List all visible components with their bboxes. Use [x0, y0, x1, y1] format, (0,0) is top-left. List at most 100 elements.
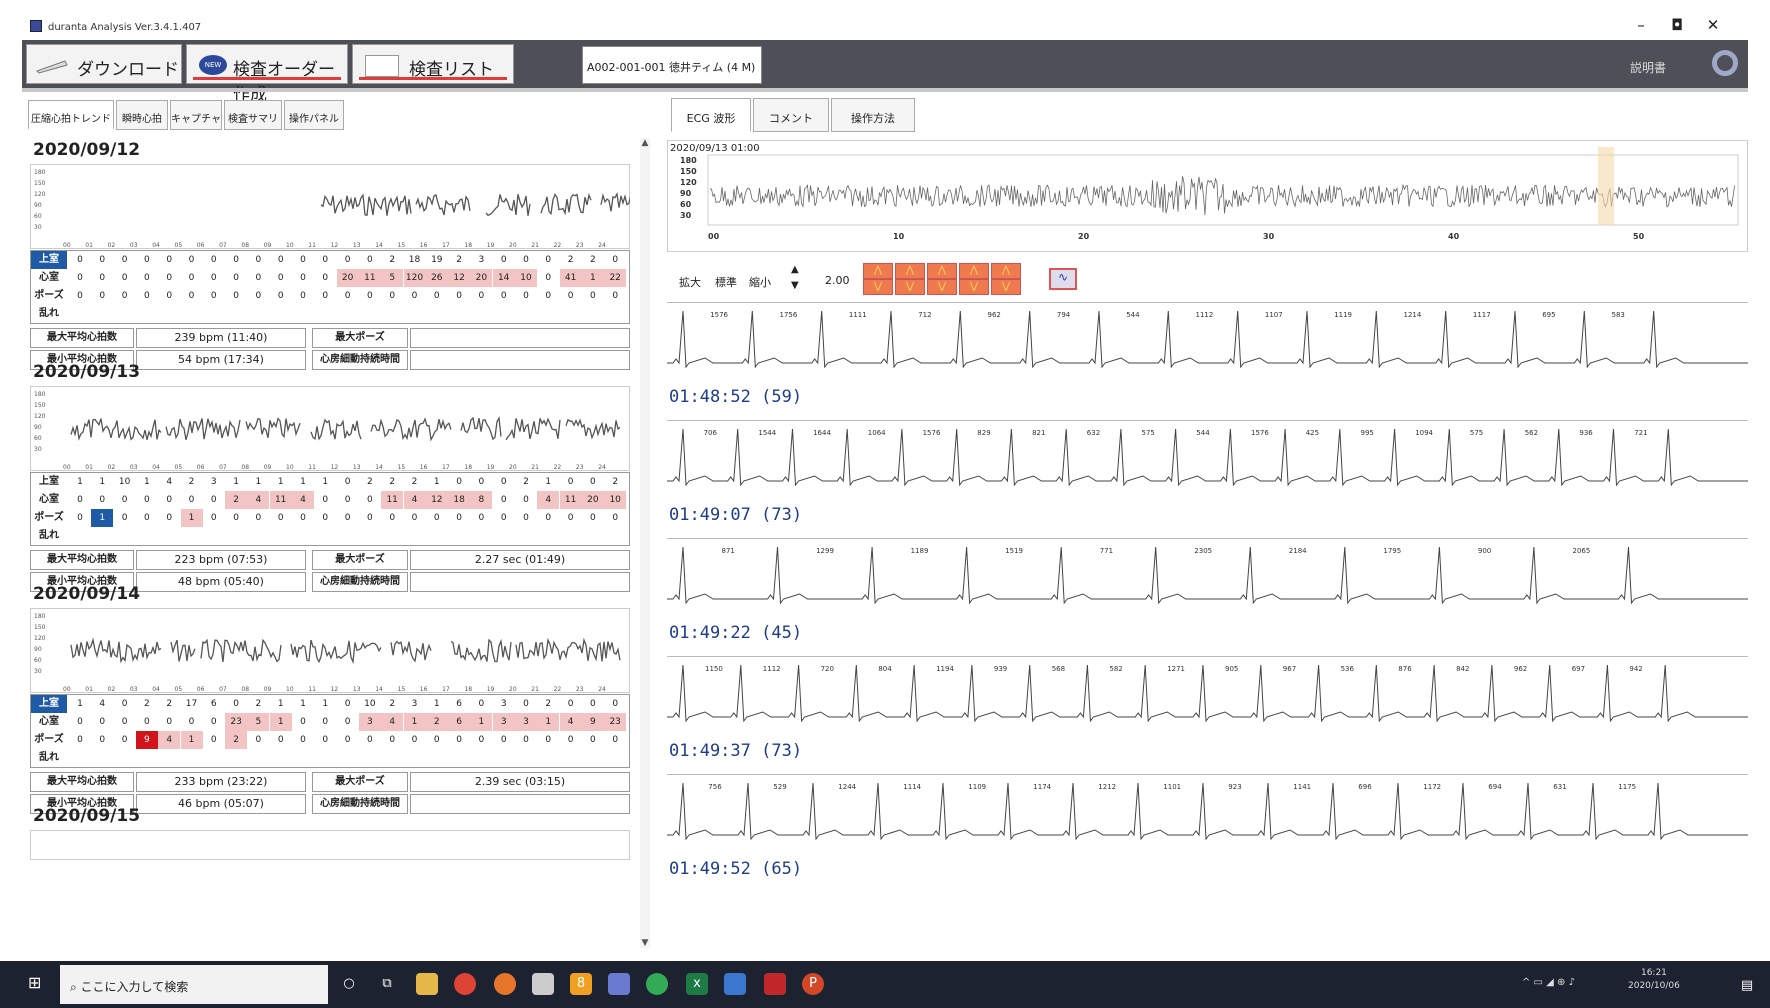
event-count-cell[interactable]: 0 — [604, 695, 626, 713]
event-count-cell[interactable] — [247, 527, 269, 545]
event-count-cell[interactable]: 1 — [537, 473, 559, 491]
event-count-cell[interactable] — [560, 527, 582, 545]
event-count-cell[interactable]: 0 — [560, 731, 582, 749]
event-count-cell[interactable]: 2 — [359, 473, 381, 491]
firefox-icon[interactable] — [494, 973, 516, 995]
event-count-cell[interactable]: 0 — [448, 509, 470, 527]
event-count-cell[interactable]: 3 — [515, 713, 537, 731]
event-count-cell[interactable]: 1 — [225, 473, 247, 491]
event-count-cell[interactable] — [560, 305, 582, 323]
event-count-cell[interactable] — [181, 305, 203, 323]
event-count-cell[interactable]: 0 — [582, 695, 604, 713]
event-count-cell[interactable] — [582, 527, 604, 545]
event-count-cell[interactable]: 1 — [91, 473, 113, 491]
event-count-cell[interactable]: 0 — [314, 509, 336, 527]
event-count-cell[interactable]: 1 — [426, 695, 448, 713]
event-count-cell[interactable]: 0 — [515, 695, 537, 713]
event-count-cell[interactable] — [604, 527, 626, 545]
event-count-cell[interactable]: 2 — [448, 251, 470, 269]
event-count-cell[interactable]: 0 — [337, 713, 359, 731]
taskbar-search[interactable]: ⌕ ここに入力して検索 — [60, 965, 328, 1004]
file-explorer-icon[interactable] — [416, 973, 438, 995]
event-count-cell[interactable] — [582, 305, 604, 323]
event-count-cell[interactable]: 5 — [247, 713, 270, 731]
event-count-cell[interactable] — [270, 527, 292, 545]
event-count-cell[interactable]: 41 — [559, 269, 582, 287]
event-count-cell[interactable]: 0 — [203, 287, 225, 305]
event-count-cell[interactable]: 0 — [537, 509, 559, 527]
event-count-cell[interactable]: 1 — [292, 695, 314, 713]
event-count-cell[interactable] — [158, 749, 180, 767]
ecg-strip[interactable]: 706 1544 1644 1064 1576 829 821 632 575 544 1576 42… — [667, 420, 1748, 538]
event-count-cell[interactable] — [91, 749, 113, 767]
event-count-cell[interactable] — [203, 527, 225, 545]
event-count-cell[interactable] — [359, 305, 381, 323]
nav-prev-3-icon[interactable]: ⋀ — [927, 263, 957, 279]
event-count-cell[interactable]: 23 — [225, 713, 248, 731]
event-count-cell[interactable]: 0 — [314, 491, 336, 509]
event-count-cell[interactable]: 11 — [269, 491, 292, 509]
event-count-cell[interactable]: 0 — [404, 287, 426, 305]
event-count-cell[interactable] — [359, 749, 381, 767]
event-count-cell[interactable]: 0 — [114, 695, 136, 713]
event-count-cell[interactable]: 1 — [136, 473, 158, 491]
event-count-cell[interactable]: 4 — [403, 491, 426, 509]
event-count-cell[interactable]: 0 — [426, 509, 448, 527]
event-count-cell[interactable] — [582, 749, 604, 767]
event-count-cell[interactable]: 0 — [91, 251, 113, 269]
event-count-cell[interactable]: 14 — [492, 269, 515, 287]
event-count-cell[interactable] — [470, 749, 492, 767]
nav-prev-4-icon[interactable]: ⋀ — [959, 263, 989, 279]
event-count-cell[interactable] — [225, 749, 247, 767]
tab-operation-panel[interactable]: 操作パネル — [284, 100, 344, 130]
event-count-cell[interactable]: 0 — [181, 251, 203, 269]
event-count-cell[interactable]: 1 — [269, 713, 292, 731]
acrobat-icon[interactable] — [764, 973, 786, 995]
event-count-cell[interactable]: 2 — [381, 473, 403, 491]
event-count-cell[interactable]: 0 — [582, 731, 604, 749]
event-count-cell[interactable]: 0 — [426, 731, 448, 749]
event-count-cell[interactable]: 1 — [314, 473, 336, 491]
event-count-cell[interactable]: 0 — [69, 491, 91, 509]
event-count-cell[interactable] — [158, 305, 180, 323]
event-count-cell[interactable]: 1 — [581, 269, 604, 287]
event-count-cell[interactable]: 0 — [448, 473, 470, 491]
event-count-cell[interactable] — [448, 527, 470, 545]
event-count-cell[interactable]: 1 — [69, 473, 91, 491]
event-count-cell[interactable]: 1 — [180, 509, 203, 527]
event-count-cell[interactable] — [470, 305, 492, 323]
event-count-cell[interactable]: 2 — [136, 695, 158, 713]
event-count-cell[interactable]: 0 — [225, 251, 247, 269]
event-count-cell[interactable]: 0 — [158, 269, 180, 287]
event-count-cell[interactable]: 0 — [158, 491, 180, 509]
event-count-cell[interactable] — [448, 305, 470, 323]
zoom-standard-button[interactable]: 標準 — [715, 274, 737, 290]
event-count-cell[interactable] — [426, 749, 448, 767]
event-count-cell[interactable] — [292, 305, 314, 323]
event-count-cell[interactable]: 0 — [181, 269, 203, 287]
event-count-cell[interactable]: 0 — [493, 251, 515, 269]
event-count-cell[interactable]: 4 — [247, 491, 270, 509]
event-count-cell[interactable]: 8 — [470, 491, 493, 509]
powerpoint-icon[interactable]: P — [802, 973, 824, 995]
event-count-cell[interactable] — [292, 749, 314, 767]
event-count-cell[interactable]: 9 — [135, 731, 158, 749]
event-count-cell[interactable]: 0 — [314, 251, 336, 269]
event-count-cell[interactable]: 17 — [181, 695, 203, 713]
chrome-icon[interactable] — [454, 973, 476, 995]
event-count-cell[interactable]: 0 — [404, 731, 426, 749]
event-count-cell[interactable] — [136, 749, 158, 767]
event-count-cell[interactable] — [604, 305, 626, 323]
ecg-strip[interactable]: 756 529 1244 1114 1109 1174 1212 1101 923 1141 696… — [667, 774, 1748, 892]
event-count-cell[interactable]: 0 — [537, 251, 559, 269]
nav-next-1-icon[interactable]: ⋁ — [863, 279, 893, 295]
tab-exam-summary[interactable]: 検査サマリ — [224, 100, 282, 130]
event-count-cell[interactable] — [337, 749, 359, 767]
event-count-cell[interactable]: 0 — [158, 287, 180, 305]
event-count-cell[interactable]: 0 — [337, 695, 359, 713]
event-count-cell[interactable]: 0 — [158, 713, 180, 731]
event-count-cell[interactable]: 0 — [359, 491, 381, 509]
event-count-cell[interactable]: 0 — [136, 251, 158, 269]
event-count-cell[interactable]: 20 — [336, 269, 359, 287]
event-count-cell[interactable]: 2 — [404, 473, 426, 491]
